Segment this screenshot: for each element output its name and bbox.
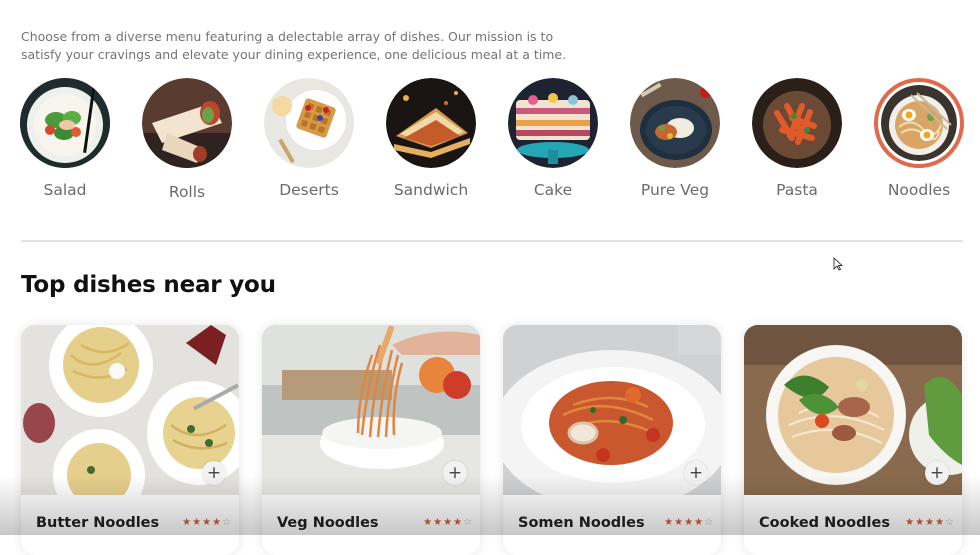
menu-item-label: Noodles <box>887 181 951 199</box>
dish-info: Cooked Noodles ★ ★ ★ ★ ☆ <box>759 515 954 531</box>
noodles-image <box>874 78 964 168</box>
menu-item-deserts[interactable]: Deserts <box>248 78 370 199</box>
menu-intro-text: Choose from a diverse menu featuring a d… <box>21 28 567 62</box>
star-icon: ★ <box>694 517 704 528</box>
dish-rating: ★ ★ ★ ★ ☆ <box>423 518 472 528</box>
star-outline-icon: ☆ <box>463 517 472 528</box>
dish-info: Veg Noodles ★ ★ ★ ★ ☆ <box>277 515 472 531</box>
star-icon: ★ <box>433 517 443 528</box>
add-to-cart-button[interactable]: + <box>443 461 467 485</box>
dish-card-cooked-noodles[interactable]: + Cooked Noodles ★ ★ ★ ★ ☆ <box>744 325 962 555</box>
star-icon: ★ <box>664 517 674 528</box>
menu-item-label: Deserts <box>279 181 339 199</box>
menu-item-label: Salad <box>43 181 87 199</box>
dish-info: Somen Noodles ★ ★ ★ ★ ☆ <box>518 515 713 531</box>
dish-name: Somen Noodles <box>518 515 645 531</box>
sandwich-image <box>386 78 476 168</box>
dish-card-somen-noodles[interactable]: + Somen Noodles ★ ★ ★ ★ ☆ <box>503 325 721 555</box>
menu-item-label: Pasta <box>776 181 818 199</box>
star-icon: ★ <box>935 517 945 528</box>
add-to-cart-button[interactable]: + <box>202 461 226 485</box>
star-icon: ★ <box>684 517 694 528</box>
dish-info: Butter Noodles ★ ★ ★ ★ ☆ <box>36 515 231 531</box>
section-title: Top dishes near you <box>21 272 276 298</box>
deserts-image <box>264 78 354 168</box>
pasta-image <box>752 78 842 168</box>
star-outline-icon: ☆ <box>704 517 713 528</box>
dish-card-butter-noodles[interactable]: + Butter Noodles ★ ★ ★ ★ ☆ <box>21 325 239 555</box>
star-icon: ★ <box>453 517 463 528</box>
cake-image <box>508 78 598 168</box>
pure-veg-image <box>630 78 720 168</box>
menu-item-rolls[interactable]: Rolls <box>126 78 248 201</box>
menu-item-noodles[interactable]: Noodles <box>858 78 980 199</box>
star-icon: ★ <box>423 517 433 528</box>
star-icon: ★ <box>202 517 212 528</box>
star-icon: ★ <box>212 517 222 528</box>
star-icon: ★ <box>905 517 915 528</box>
menu-item-pasta[interactable]: Pasta <box>736 78 858 199</box>
menu-item-salad[interactable]: Salad <box>4 78 126 199</box>
star-outline-icon: ☆ <box>222 517 231 528</box>
menu-item-label: Sandwich <box>393 181 469 199</box>
mouse-cursor-icon <box>833 257 843 271</box>
star-icon: ★ <box>443 517 453 528</box>
menu-item-sandwich[interactable]: Sandwich <box>370 78 492 199</box>
star-icon: ★ <box>182 517 192 528</box>
dish-rating: ★ ★ ★ ★ ☆ <box>182 518 231 528</box>
add-to-cart-button[interactable]: + <box>925 461 949 485</box>
dish-card-veg-noodles[interactable]: + Veg Noodles ★ ★ ★ ★ ☆ <box>262 325 480 555</box>
add-to-cart-button[interactable]: + <box>684 461 708 485</box>
dish-rating: ★ ★ ★ ★ ☆ <box>905 518 954 528</box>
menu-item-label: Rolls <box>168 183 206 201</box>
dish-name: Veg Noodles <box>277 515 379 531</box>
rolls-image <box>142 78 232 168</box>
star-icon: ★ <box>915 517 925 528</box>
menu-item-cake[interactable]: Cake <box>492 78 614 199</box>
star-icon: ★ <box>674 517 684 528</box>
star-icon: ★ <box>192 517 202 528</box>
star-icon: ★ <box>925 517 935 528</box>
dish-name: Cooked Noodles <box>759 515 890 531</box>
menu-item-pure-veg[interactable]: Pure Veg <box>614 78 736 199</box>
salad-image <box>20 78 110 168</box>
section-divider <box>21 240 963 242</box>
menu-item-label: Cake <box>533 181 573 199</box>
menu-category-list: Salad Rolls Deserts Sandwich Cake Pure V… <box>0 78 980 208</box>
dish-name: Butter Noodles <box>36 515 160 531</box>
menu-item-label: Pure Veg <box>640 181 710 199</box>
star-outline-icon: ☆ <box>945 517 954 528</box>
dish-rating: ★ ★ ★ ★ ☆ <box>664 518 713 528</box>
